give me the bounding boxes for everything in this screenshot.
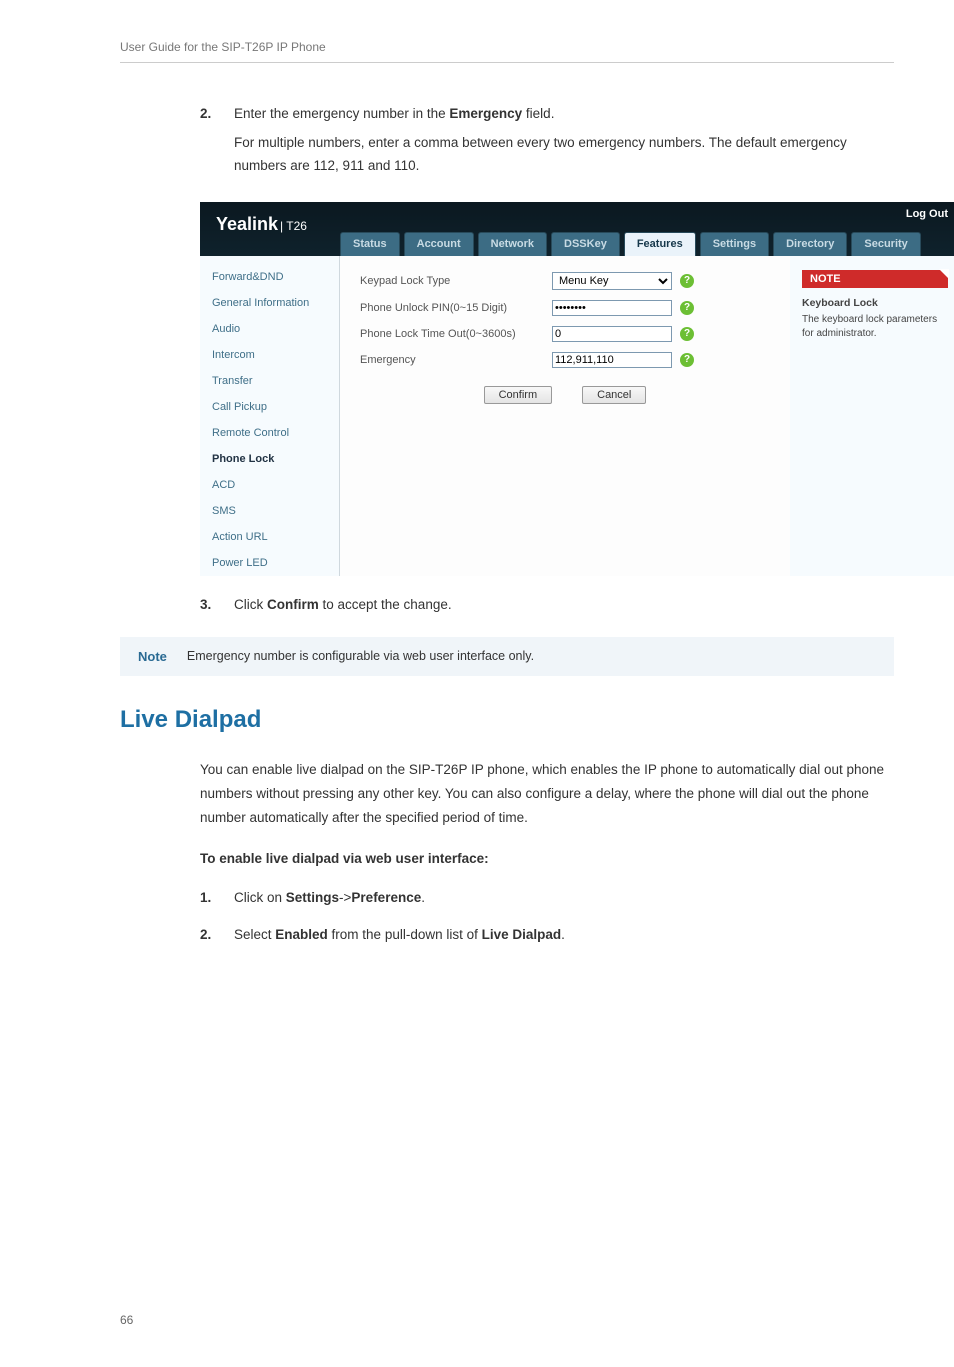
brand-logo: Yealink | T26 bbox=[216, 214, 307, 235]
step-3-number: 3. bbox=[200, 594, 220, 623]
sidebar-item-intercom[interactable]: Intercom bbox=[200, 342, 339, 368]
step-3: 3. Click Confirm to accept the change. bbox=[200, 594, 894, 623]
step-b-text-a: Select bbox=[234, 927, 275, 942]
note-body-text: The keyboard lock parameters for adminis… bbox=[802, 313, 948, 341]
note-text: Emergency number is configurable via web… bbox=[187, 649, 534, 663]
help-icon[interactable]: ? bbox=[680, 301, 694, 315]
step-2-line-1: Enter the emergency number in the Emerge… bbox=[234, 103, 894, 126]
step-2-line-2: For multiple numbers, enter a comma betw… bbox=[234, 132, 894, 178]
phone-lock-timeout-label: Phone Lock Time Out(0~3600s) bbox=[360, 328, 540, 340]
tab-features[interactable]: Features bbox=[624, 232, 696, 256]
preference-text: Preference bbox=[351, 890, 421, 905]
sidebar-item-action-url[interactable]: Action URL bbox=[200, 524, 339, 550]
emergency-input[interactable] bbox=[552, 352, 672, 368]
sidebar-item-sms[interactable]: SMS bbox=[200, 498, 339, 524]
step-3-text-c: to accept the change. bbox=[319, 597, 452, 612]
step-a-text-a: Click on bbox=[234, 890, 286, 905]
document-note: Note Emergency number is configurable vi… bbox=[120, 637, 894, 676]
sidebar-item-phone-lock[interactable]: Phone Lock bbox=[200, 446, 339, 472]
help-icon[interactable]: ? bbox=[680, 327, 694, 341]
step-3-text-a: Click bbox=[234, 597, 267, 612]
tab-security[interactable]: Security bbox=[851, 232, 920, 256]
step-2: 2. Enter the emergency number in the Eme… bbox=[200, 103, 894, 184]
sidebar-item-power-led[interactable]: Power LED bbox=[200, 550, 339, 576]
sidebar-item-call-pickup[interactable]: Call Pickup bbox=[200, 394, 339, 420]
phone-unlock-pin-input[interactable] bbox=[552, 300, 672, 316]
note-column: NOTE Keyboard Lock The keyboard lock par… bbox=[790, 256, 954, 576]
tab-dsskey[interactable]: DSSKey bbox=[551, 232, 620, 256]
step-a: 1. Click on Settings->Preference. bbox=[200, 887, 894, 916]
tab-directory[interactable]: Directory bbox=[773, 232, 847, 256]
emergency-label: Emergency bbox=[360, 354, 540, 366]
page-number: 66 bbox=[120, 1313, 894, 1327]
note-header: NOTE bbox=[802, 270, 948, 288]
step-2-number: 2. bbox=[200, 103, 220, 184]
note-label: Note bbox=[138, 649, 167, 664]
confirm-text: Confirm bbox=[267, 597, 319, 612]
step-2-text-a: Enter the emergency number in the bbox=[234, 106, 449, 121]
tab-status[interactable]: Status bbox=[340, 232, 400, 256]
sidebar-item-audio[interactable]: Audio bbox=[200, 316, 339, 342]
tab-account[interactable]: Account bbox=[404, 232, 474, 256]
sidebar-item-forward-dnd[interactable]: Forward&DND bbox=[200, 264, 339, 290]
note-title: Keyboard Lock bbox=[802, 296, 948, 311]
sidebar-item-remote-control[interactable]: Remote Control bbox=[200, 420, 339, 446]
emergency-field-name: Emergency bbox=[449, 106, 522, 121]
step-a-arrow: -> bbox=[339, 890, 351, 905]
tab-network[interactable]: Network bbox=[478, 232, 547, 256]
sidebar: Forward&DND General Information Audio In… bbox=[200, 256, 340, 576]
phone-unlock-pin-label: Phone Unlock PIN(0~15 Digit) bbox=[360, 302, 540, 314]
help-icon[interactable]: ? bbox=[680, 274, 694, 288]
phone-lock-screenshot: Yealink | T26 Log Out Status Account Net… bbox=[200, 202, 954, 576]
sidebar-item-acd[interactable]: ACD bbox=[200, 472, 339, 498]
live-dialpad-paragraph: You can enable live dialpad on the SIP-T… bbox=[200, 758, 894, 831]
step-b-text-c: from the pull-down list of bbox=[328, 927, 482, 942]
step-a-period: . bbox=[421, 890, 425, 905]
phone-lock-timeout-input[interactable] bbox=[552, 326, 672, 342]
keypad-lock-type-select[interactable]: Menu Key bbox=[552, 272, 672, 290]
section-title-live-dialpad: Live Dialpad bbox=[120, 706, 894, 734]
tab-settings[interactable]: Settings bbox=[700, 232, 769, 256]
phone-lock-form: Keypad Lock Type Menu Key ? Phone Unlock… bbox=[340, 256, 790, 576]
step-a-number: 1. bbox=[200, 887, 220, 916]
enable-live-dialpad-subhead: To enable live dialpad via web user inte… bbox=[200, 847, 894, 871]
brand-text: Yealink bbox=[216, 214, 278, 235]
step-2-text-c: field. bbox=[522, 106, 554, 121]
page-header: User Guide for the SIP-T26P IP Phone bbox=[120, 40, 894, 63]
cancel-button[interactable]: Cancel bbox=[582, 386, 646, 404]
brand-model: | T26 bbox=[280, 219, 307, 233]
sidebar-item-transfer[interactable]: Transfer bbox=[200, 368, 339, 394]
sidebar-item-general-information[interactable]: General Information bbox=[200, 290, 339, 316]
step-b: 2. Select Enabled from the pull-down lis… bbox=[200, 924, 894, 953]
nav-tabs: Status Account Network DSSKey Features S… bbox=[340, 232, 925, 256]
confirm-button[interactable]: Confirm bbox=[484, 386, 553, 404]
settings-text: Settings bbox=[286, 890, 339, 905]
enabled-text: Enabled bbox=[275, 927, 328, 942]
live-dialpad-text: Live Dialpad bbox=[482, 927, 562, 942]
step-b-period: . bbox=[561, 927, 565, 942]
logout-link[interactable]: Log Out bbox=[906, 208, 948, 220]
help-icon[interactable]: ? bbox=[680, 353, 694, 367]
keypad-lock-type-label: Keypad Lock Type bbox=[360, 275, 540, 287]
step-b-number: 2. bbox=[200, 924, 220, 953]
